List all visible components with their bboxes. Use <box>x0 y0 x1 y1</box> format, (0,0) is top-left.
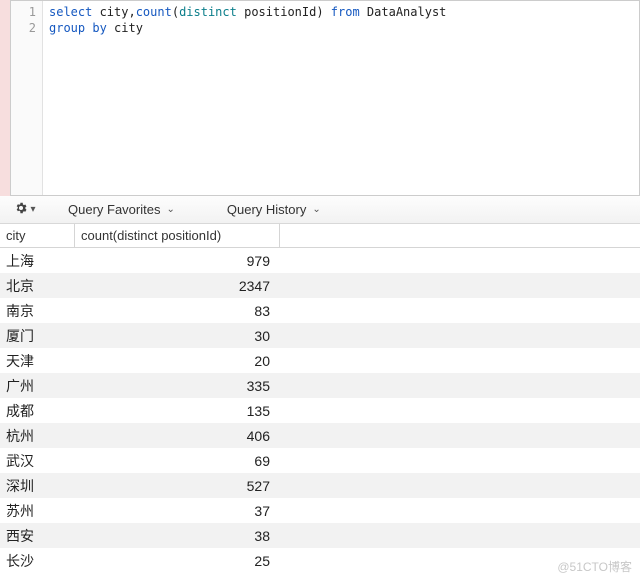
cell-count: 69 <box>75 453 280 469</box>
gear-icon <box>14 201 28 218</box>
settings-button[interactable]: ▾ <box>6 201 44 218</box>
cell-count: 527 <box>75 478 280 494</box>
cell-count: 20 <box>75 353 280 369</box>
code-token: city, <box>100 5 136 19</box>
line-number-gutter: 1 2 <box>11 1 43 195</box>
cell-city: 武汉 <box>0 451 75 471</box>
code-token: select <box>49 5 100 19</box>
cell-city: 天津 <box>0 351 75 371</box>
cell-count: 2347 <box>75 278 280 294</box>
cell-city: 苏州 <box>0 501 75 521</box>
column-header-count[interactable]: count(distinct positionId) <box>75 224 280 247</box>
cell-city: 杭州 <box>0 426 75 446</box>
query-favorites-button[interactable]: Query Favorites ⌄ <box>68 202 175 217</box>
chevron-down-icon: ⌄ <box>166 204 174 215</box>
cell-count: 83 <box>75 303 280 319</box>
cell-city: 广州 <box>0 376 75 396</box>
results-toolbar: ▾ Query Favorites ⌄ Query History ⌄ <box>0 196 640 224</box>
code-token: city <box>114 21 143 35</box>
chevron-down-icon: ⌄ <box>312 204 320 215</box>
editor-left-margin <box>0 0 10 196</box>
cell-city: 成都 <box>0 401 75 421</box>
results-header: city count(distinct positionId) <box>0 224 640 248</box>
table-row[interactable]: 深圳527 <box>0 473 640 498</box>
sql-editor[interactable]: 1 2 select city,count(distinct positionI… <box>10 0 640 196</box>
table-row[interactable]: 武汉69 <box>0 448 640 473</box>
table-row[interactable]: 苏州37 <box>0 498 640 523</box>
column-header-city[interactable]: city <box>0 224 75 247</box>
line-number: 1 <box>11 4 42 20</box>
line-number: 2 <box>11 20 42 36</box>
cell-count: 335 <box>75 378 280 394</box>
cell-city: 南京 <box>0 301 75 321</box>
code-token: from <box>331 5 367 19</box>
code-token: ( <box>172 5 179 19</box>
table-row[interactable]: 南京83 <box>0 298 640 323</box>
table-row[interactable]: 天津20 <box>0 348 640 373</box>
cell-count: 30 <box>75 328 280 344</box>
query-favorites-label: Query Favorites <box>68 202 160 217</box>
code-token: DataAnalyst <box>367 5 446 19</box>
table-row[interactable]: 长沙25 <box>0 548 640 573</box>
cell-count: 37 <box>75 503 280 519</box>
cell-count: 979 <box>75 253 280 269</box>
query-history-button[interactable]: Query History ⌄ <box>227 202 321 217</box>
code-area[interactable]: select city,count(distinct positionId) f… <box>43 1 639 195</box>
results-grid[interactable]: 上海979北京2347南京83厦门30天津20广州335成都135杭州406武汉… <box>0 248 640 573</box>
cell-city: 长沙 <box>0 551 75 571</box>
cell-count: 406 <box>75 428 280 444</box>
code-token: group by <box>49 21 114 35</box>
cell-city: 北京 <box>0 276 75 296</box>
table-row[interactable]: 成都135 <box>0 398 640 423</box>
cell-city: 厦门 <box>0 326 75 346</box>
cell-count: 135 <box>75 403 280 419</box>
cell-city: 上海 <box>0 251 75 271</box>
cell-city: 西安 <box>0 526 75 546</box>
table-row[interactable]: 杭州406 <box>0 423 640 448</box>
chevron-down-icon: ▾ <box>30 204 35 215</box>
code-token: distinct <box>179 5 244 19</box>
cell-count: 25 <box>75 553 280 569</box>
code-token: count <box>136 5 172 19</box>
query-history-label: Query History <box>227 202 306 217</box>
table-row[interactable]: 西安38 <box>0 523 640 548</box>
table-row[interactable]: 广州335 <box>0 373 640 398</box>
table-row[interactable]: 上海979 <box>0 248 640 273</box>
code-token: positionId) <box>244 5 331 19</box>
table-row[interactable]: 北京2347 <box>0 273 640 298</box>
cell-count: 38 <box>75 528 280 544</box>
table-row[interactable]: 厦门30 <box>0 323 640 348</box>
cell-city: 深圳 <box>0 476 75 496</box>
